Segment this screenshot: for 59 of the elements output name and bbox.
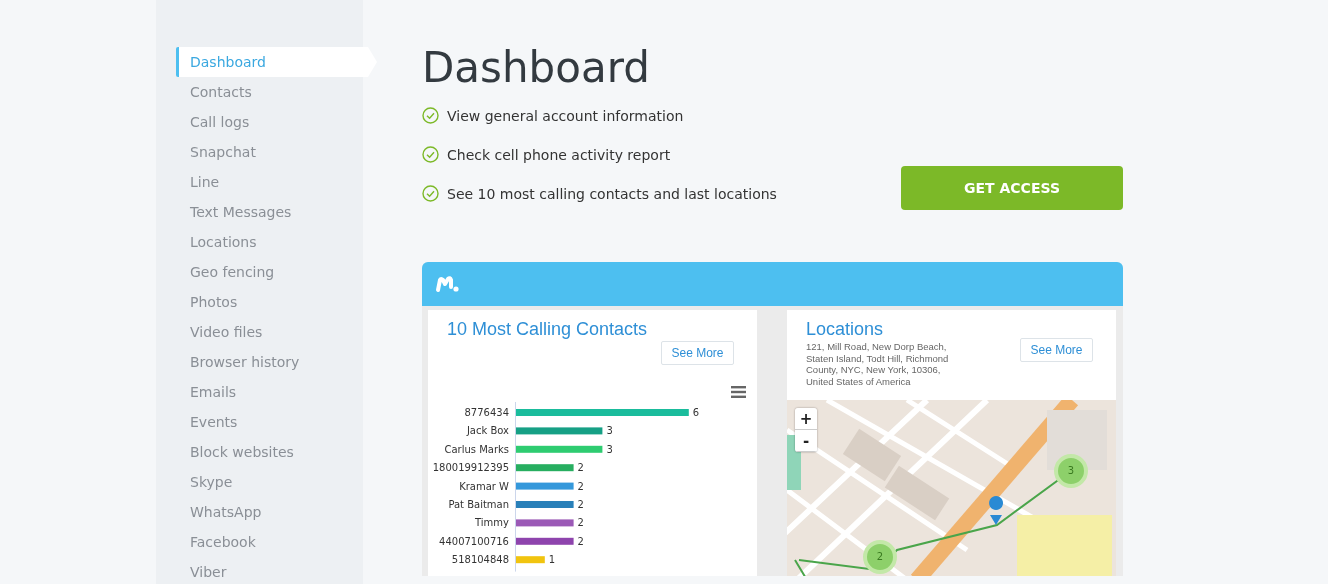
- data-label: 2: [577, 517, 584, 529]
- bar: [516, 556, 545, 564]
- sidebar-item[interactable]: Video files: [176, 317, 377, 347]
- page-title: Dashboard: [422, 44, 651, 92]
- bar: [516, 501, 574, 508]
- data-label: 1: [548, 554, 556, 566]
- sidebar-item[interactable]: Facebook: [176, 527, 377, 557]
- data-label: 2: [577, 462, 584, 474]
- data-label: 6: [692, 407, 700, 418]
- sidebar-item[interactable]: WhatsApp: [176, 497, 377, 527]
- data-label: 2: [577, 535, 584, 547]
- sidebar-item[interactable]: Events: [176, 407, 377, 437]
- axis-label: 180019912395: [432, 462, 509, 474]
- bar: [516, 537, 574, 545]
- sidebar-item[interactable]: Geo fencing: [176, 257, 377, 287]
- get-access-button[interactable]: GET ACCESS: [901, 166, 1123, 210]
- address-text: 121, Mill Road, New Dorp Beach, Staten Island, Todt Hill, Richmond County, NYC, New York, 10306, United States of America: [806, 341, 950, 387]
- axis-label: 8776434: [464, 407, 509, 418]
- see-more-button[interactable]: See More: [1020, 338, 1093, 362]
- card-title: Locations: [806, 319, 885, 340]
- sidebar-item[interactable]: Snapchat: [176, 137, 377, 167]
- sidebar-item[interactable]: Photos: [176, 287, 377, 317]
- axis-label: Pat Baitman: [448, 499, 509, 510]
- see-more-button[interactable]: See More: [661, 341, 734, 365]
- check-icon: [422, 146, 439, 163]
- data-label: 3: [606, 425, 613, 437]
- sidebar-item[interactable]: Emails: [176, 377, 377, 407]
- check-icon: [422, 185, 439, 202]
- bar: [516, 464, 574, 472]
- sidebar-item[interactable]: Dashboard: [176, 47, 377, 77]
- card-title: 10 Most Calling Contacts: [446, 318, 649, 340]
- axis-label: Jack Box: [466, 425, 509, 437]
- sidebar-item[interactable]: Contacts: [176, 77, 377, 107]
- axis-label: 518104848: [451, 554, 509, 566]
- zoom-out-button[interactable]: -: [795, 430, 817, 452]
- bar: [516, 519, 574, 527]
- sidebar-item[interactable]: Block websites: [176, 437, 377, 467]
- axis-label: 44007100716: [439, 535, 509, 547]
- sidebar-item[interactable]: Text Messages: [176, 197, 377, 227]
- axis-label: Kramar W: [459, 480, 509, 492]
- sidebar-item[interactable]: Browser history: [176, 347, 377, 377]
- menu-icon[interactable]: [731, 386, 746, 398]
- sidebar-item[interactable]: Locations: [176, 227, 377, 257]
- data-label: 2: [577, 480, 584, 492]
- axis-label: Carlus Marks: [444, 443, 509, 455]
- sidebar-item[interactable]: Line: [176, 167, 377, 197]
- bar: [516, 482, 574, 490]
- axis-label: Timmy: [475, 517, 509, 529]
- data-label: 3: [606, 443, 613, 455]
- feature-text: See 10 most calling contacts and last locations: [447, 185, 777, 202]
- zoom-in-button[interactable]: +: [795, 408, 817, 430]
- sidebar-item[interactable]: Call logs: [176, 107, 377, 137]
- data-label: 2: [577, 499, 584, 510]
- feature-text: Check cell phone activity report: [447, 146, 671, 163]
- sidebar-item[interactable]: Skype: [176, 467, 377, 497]
- check-icon: [422, 107, 439, 124]
- sidebar-item[interactable]: Viber: [176, 557, 377, 584]
- feature-text: View general account information: [447, 107, 684, 124]
- logo-icon: [435, 275, 459, 293]
